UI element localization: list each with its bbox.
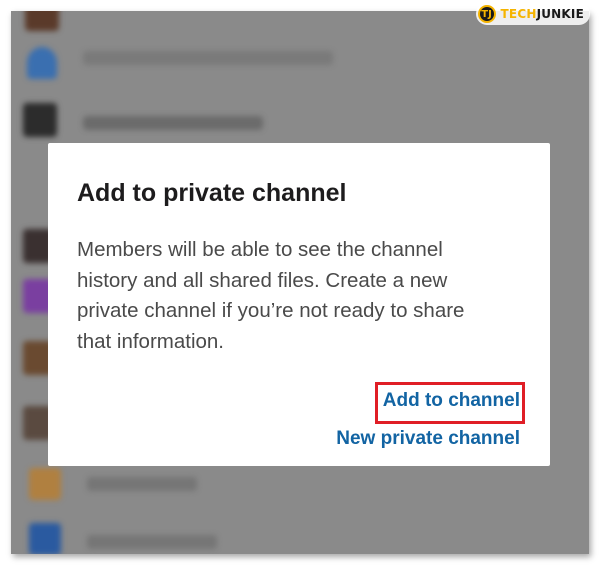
dialog-message: Members will be able to see the channel … [77,235,517,357]
new-private-channel-button[interactable]: New private channel [336,428,520,450]
background-avatar [29,523,61,554]
dialog-title: Add to private channel [77,179,347,207]
background-row-text [83,51,333,65]
dialog-message-line: Members will be able to see the channel [77,238,443,261]
techjunkie-logo-text: TECHJUNKIE [501,7,584,21]
logo-text-junkie: JUNKIE [536,7,584,21]
background-avatar [29,468,61,500]
background-avatar [25,11,59,31]
techjunkie-logo: TJ TECHJUNKIE [475,3,590,25]
add-to-private-channel-dialog: Add to private channel Members will be a… [48,143,550,466]
dialog-message-line: that information. [77,329,224,353]
add-to-channel-button[interactable]: Add to channel [383,390,520,412]
background-row-text [83,116,263,130]
logo-text-tech: TECH [500,7,537,21]
background-avatar [27,47,57,79]
dialog-message-line: private channel if you’re not ready to s… [77,299,465,322]
background-row-text [87,535,217,549]
background-row-text [87,477,197,491]
techjunkie-logo-icon: TJ [477,5,496,23]
app-screen: Add to private channel Members will be a… [11,11,589,554]
background-avatar [23,103,57,137]
dialog-message-line: history and all shared files. Create a n… [77,268,448,292]
